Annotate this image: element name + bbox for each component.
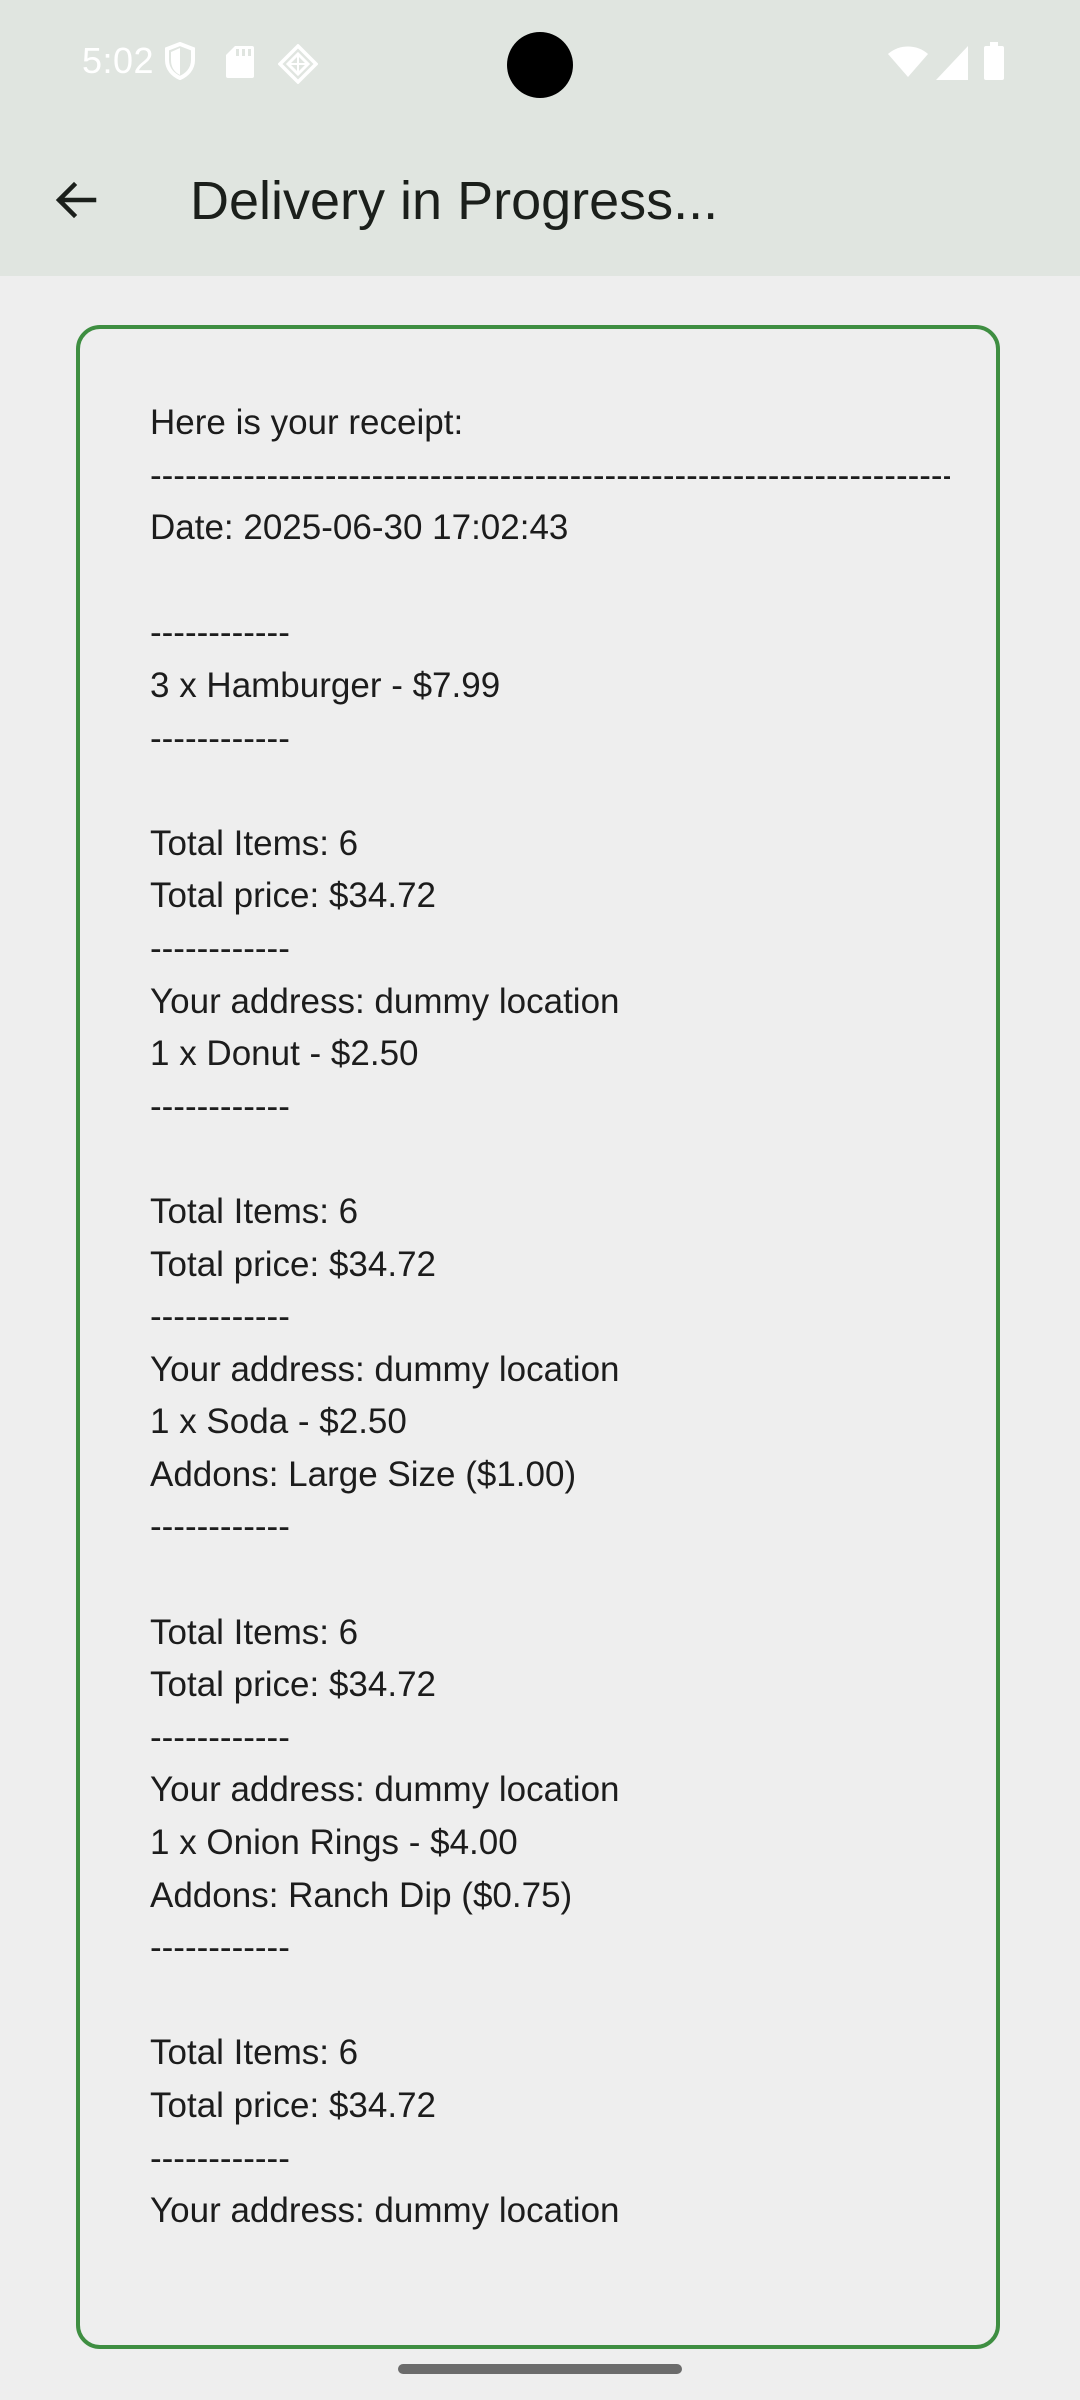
receipt-line: Your address: dummy location — [150, 1770, 620, 1810]
sd-card-icon — [226, 46, 254, 83]
receipt-line: Your address: dummy location — [150, 1349, 620, 1389]
receipt-line: ----------------------------------------… — [150, 455, 950, 495]
receipt-line: ------------ — [150, 1717, 290, 1757]
receipt-line: ------------ — [150, 1297, 290, 1337]
receipt-line: Total price: $34.72 — [150, 1244, 437, 1284]
receipt-text: Here is your receipt: -------------------… — [150, 397, 950, 2238]
receipt-line: ------------ — [150, 613, 290, 653]
receipt-line: Your address: dummy location — [150, 2191, 620, 2231]
app-bar: Delivery in Progress... — [0, 128, 1080, 276]
receipt-line: Total price: $34.72 — [150, 2086, 437, 2125]
receipt-line: Here is your receipt: — [150, 403, 464, 442]
receipt-line: Your address: dummy location — [150, 981, 620, 1021]
receipt-line: Total Items: 6 — [150, 823, 359, 863]
receipt-line: ------------ — [150, 1928, 290, 1968]
home-indicator[interactable] — [398, 2364, 682, 2374]
arrow-left-icon — [52, 176, 100, 229]
status-time: 5:02 — [82, 40, 155, 81]
receipt-line — [150, 1133, 950, 1186]
receipt-line: Total Items: 6 — [150, 1612, 359, 1652]
receipt-line: Addons: Ranch Dip ($0.75) — [150, 1875, 573, 1915]
status-bar: 5:02 — [0, 0, 1080, 128]
receipt-line: Addons: Large Size ($1.00) — [150, 1454, 577, 1494]
page-title: Delivery in Progress... — [190, 171, 719, 231]
receipt-line — [150, 1975, 950, 2028]
receipt-line: Total price: $34.72 — [150, 876, 437, 916]
signal-icon — [936, 46, 968, 85]
receipt-line: 1 x Donut - $2.50 — [150, 1034, 419, 1074]
receipt-line: ------------ — [150, 2138, 290, 2178]
wifi-icon — [888, 46, 928, 83]
receipt-line — [150, 1554, 950, 1607]
receipt-line: 1 x Soda - $2.50 — [150, 1402, 407, 1442]
receipt-line: Total Items: 6 — [150, 2033, 359, 2073]
receipt-line: ------------ — [150, 1507, 290, 1547]
receipt-line: Total price: $34.72 — [150, 1665, 437, 1705]
receipt-line: Total Items: 6 — [150, 1191, 359, 1231]
battery-icon — [984, 42, 1004, 85]
receipt-line — [150, 555, 950, 608]
receipt-card: Here is your receipt: -------------------… — [76, 325, 1000, 2349]
receipt-line: ------------ — [150, 928, 290, 968]
receipt-line — [150, 765, 950, 818]
back-button[interactable] — [36, 162, 116, 242]
diamond-icon — [277, 43, 319, 89]
receipt-line: 1 x Onion Rings - $4.00 — [150, 1823, 518, 1863]
camera-cutout — [507, 32, 573, 98]
receipt-line: 3 x Hamburger - $7.99 — [150, 665, 501, 705]
receipt-line: ------------ — [150, 1086, 290, 1126]
shield-icon — [164, 41, 196, 85]
receipt-line: ------------ — [150, 718, 290, 758]
receipt-line: Date: 2025-06-30 17:02:43 — [150, 508, 569, 548]
